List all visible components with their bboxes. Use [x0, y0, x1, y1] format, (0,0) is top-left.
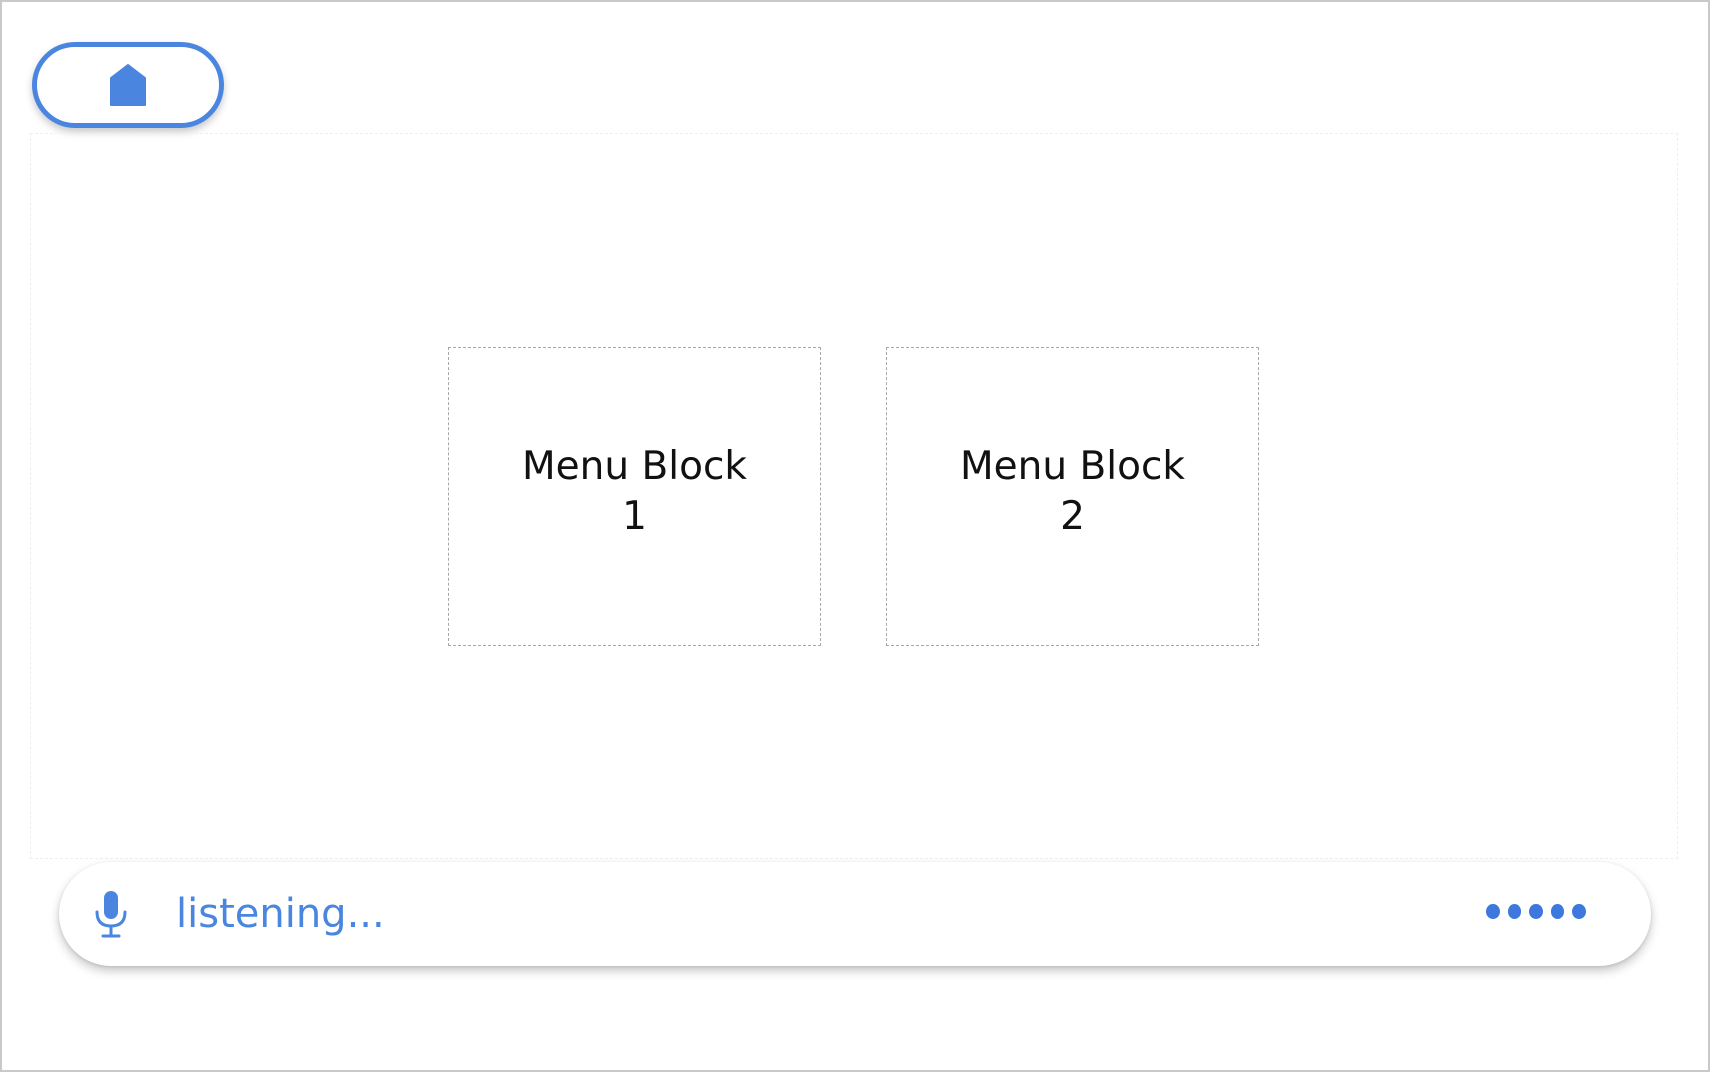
microphone-icon[interactable]: [94, 890, 128, 938]
indicator-dot: [1507, 904, 1522, 919]
content-area: [30, 133, 1678, 859]
voice-status-text: listening...: [176, 891, 385, 937]
menu-block-label: Menu Block 2: [960, 443, 1185, 539]
menu-block-2[interactable]: Menu Block 2: [886, 347, 1259, 646]
indicator-dot: [1550, 904, 1565, 919]
home-button[interactable]: [32, 42, 224, 128]
indicator-dot: [1486, 904, 1500, 919]
listening-dots-icon: [1486, 904, 1586, 922]
indicator-dot: [1572, 904, 1586, 919]
indicator-dot: [1529, 904, 1543, 919]
menu-block-1[interactable]: Menu Block 1: [448, 347, 821, 646]
home-icon: [110, 64, 146, 106]
menu-block-label: Menu Block 1: [522, 443, 747, 539]
